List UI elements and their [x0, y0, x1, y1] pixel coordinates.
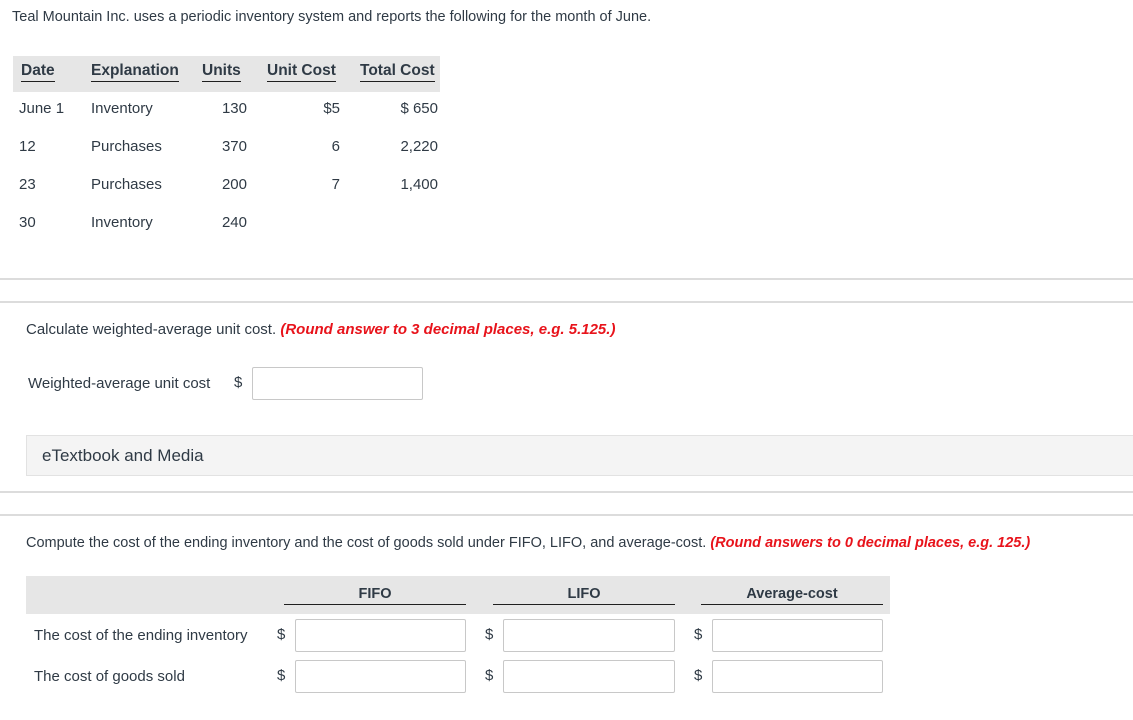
row-date: 23 — [19, 176, 36, 193]
column-header-lifo: LIFO — [493, 586, 675, 605]
weighted-average-prompt: Calculate weighted-average unit cost. (R… — [26, 321, 615, 338]
row-label: The cost of goods sold — [34, 668, 185, 685]
row-total-cost: $ 650 — [400, 100, 438, 117]
header-unit-cost: Unit Cost — [267, 62, 336, 82]
currency-symbol: $ — [694, 626, 703, 643]
currency-symbol: $ — [234, 374, 243, 391]
cost-methods-prompt: Compute the cost of the ending inventory… — [26, 535, 1030, 551]
average-cost-cost-of-goods-sold-input[interactable] — [712, 660, 883, 693]
problem-intro: Teal Mountain Inc. uses a periodic inven… — [12, 9, 652, 25]
prompt-text: Calculate weighted-average unit cost. — [26, 321, 277, 338]
weighted-average-label: Weighted-average unit cost — [28, 375, 211, 392]
header-explanation: Explanation — [91, 62, 179, 82]
lifo-cost-of-goods-sold-input[interactable] — [503, 660, 675, 693]
prompt-text: Compute the cost of the ending inventory… — [26, 535, 707, 551]
etextbook-and-media-link[interactable]: eTextbook and Media — [26, 435, 1133, 476]
rounding-hint: (Round answer to 3 decimal places, e.g. … — [280, 321, 616, 338]
rounding-hint: (Round answers to 0 decimal places, e.g.… — [710, 535, 1031, 551]
row-units: 240 — [221, 214, 247, 231]
currency-symbol: $ — [485, 626, 494, 643]
header-units: Units — [202, 62, 241, 82]
row-unit-cost: 7 — [331, 176, 340, 193]
row-unit-cost: $5 — [323, 100, 340, 117]
weighted-average-unit-cost-input[interactable] — [252, 367, 423, 400]
column-header-average-cost: Average-cost — [701, 586, 883, 605]
average-cost-ending-inventory-input[interactable] — [712, 619, 883, 652]
header-date: Date — [21, 62, 55, 82]
row-date: 30 — [19, 214, 36, 231]
row-label: The cost of the ending inventory — [34, 627, 248, 644]
row-date: June 1 — [19, 100, 65, 117]
section-divider — [0, 514, 1133, 516]
row-explanation: Purchases — [91, 138, 162, 155]
fifo-ending-inventory-input[interactable] — [295, 619, 466, 652]
lifo-ending-inventory-input[interactable] — [503, 619, 675, 652]
header-total-cost: Total Cost — [360, 62, 435, 82]
row-units: 200 — [221, 176, 247, 193]
fifo-cost-of-goods-sold-input[interactable] — [295, 660, 466, 693]
currency-symbol: $ — [277, 626, 286, 643]
section-divider — [0, 491, 1133, 493]
row-total-cost: 1,400 — [400, 176, 438, 193]
row-explanation: Purchases — [91, 176, 162, 193]
section-divider — [0, 278, 1133, 280]
row-units: 130 — [221, 100, 247, 117]
row-explanation: Inventory — [91, 100, 153, 117]
row-unit-cost: 6 — [331, 138, 340, 155]
row-total-cost: 2,220 — [400, 138, 438, 155]
currency-symbol: $ — [277, 667, 286, 684]
section-divider — [0, 301, 1133, 303]
column-header-fifo: FIFO — [284, 586, 466, 605]
row-units: 370 — [221, 138, 247, 155]
etextbook-label: eTextbook and Media — [42, 446, 204, 465]
currency-symbol: $ — [694, 667, 703, 684]
row-date: 12 — [19, 138, 36, 155]
row-explanation: Inventory — [91, 214, 153, 231]
currency-symbol: $ — [485, 667, 494, 684]
